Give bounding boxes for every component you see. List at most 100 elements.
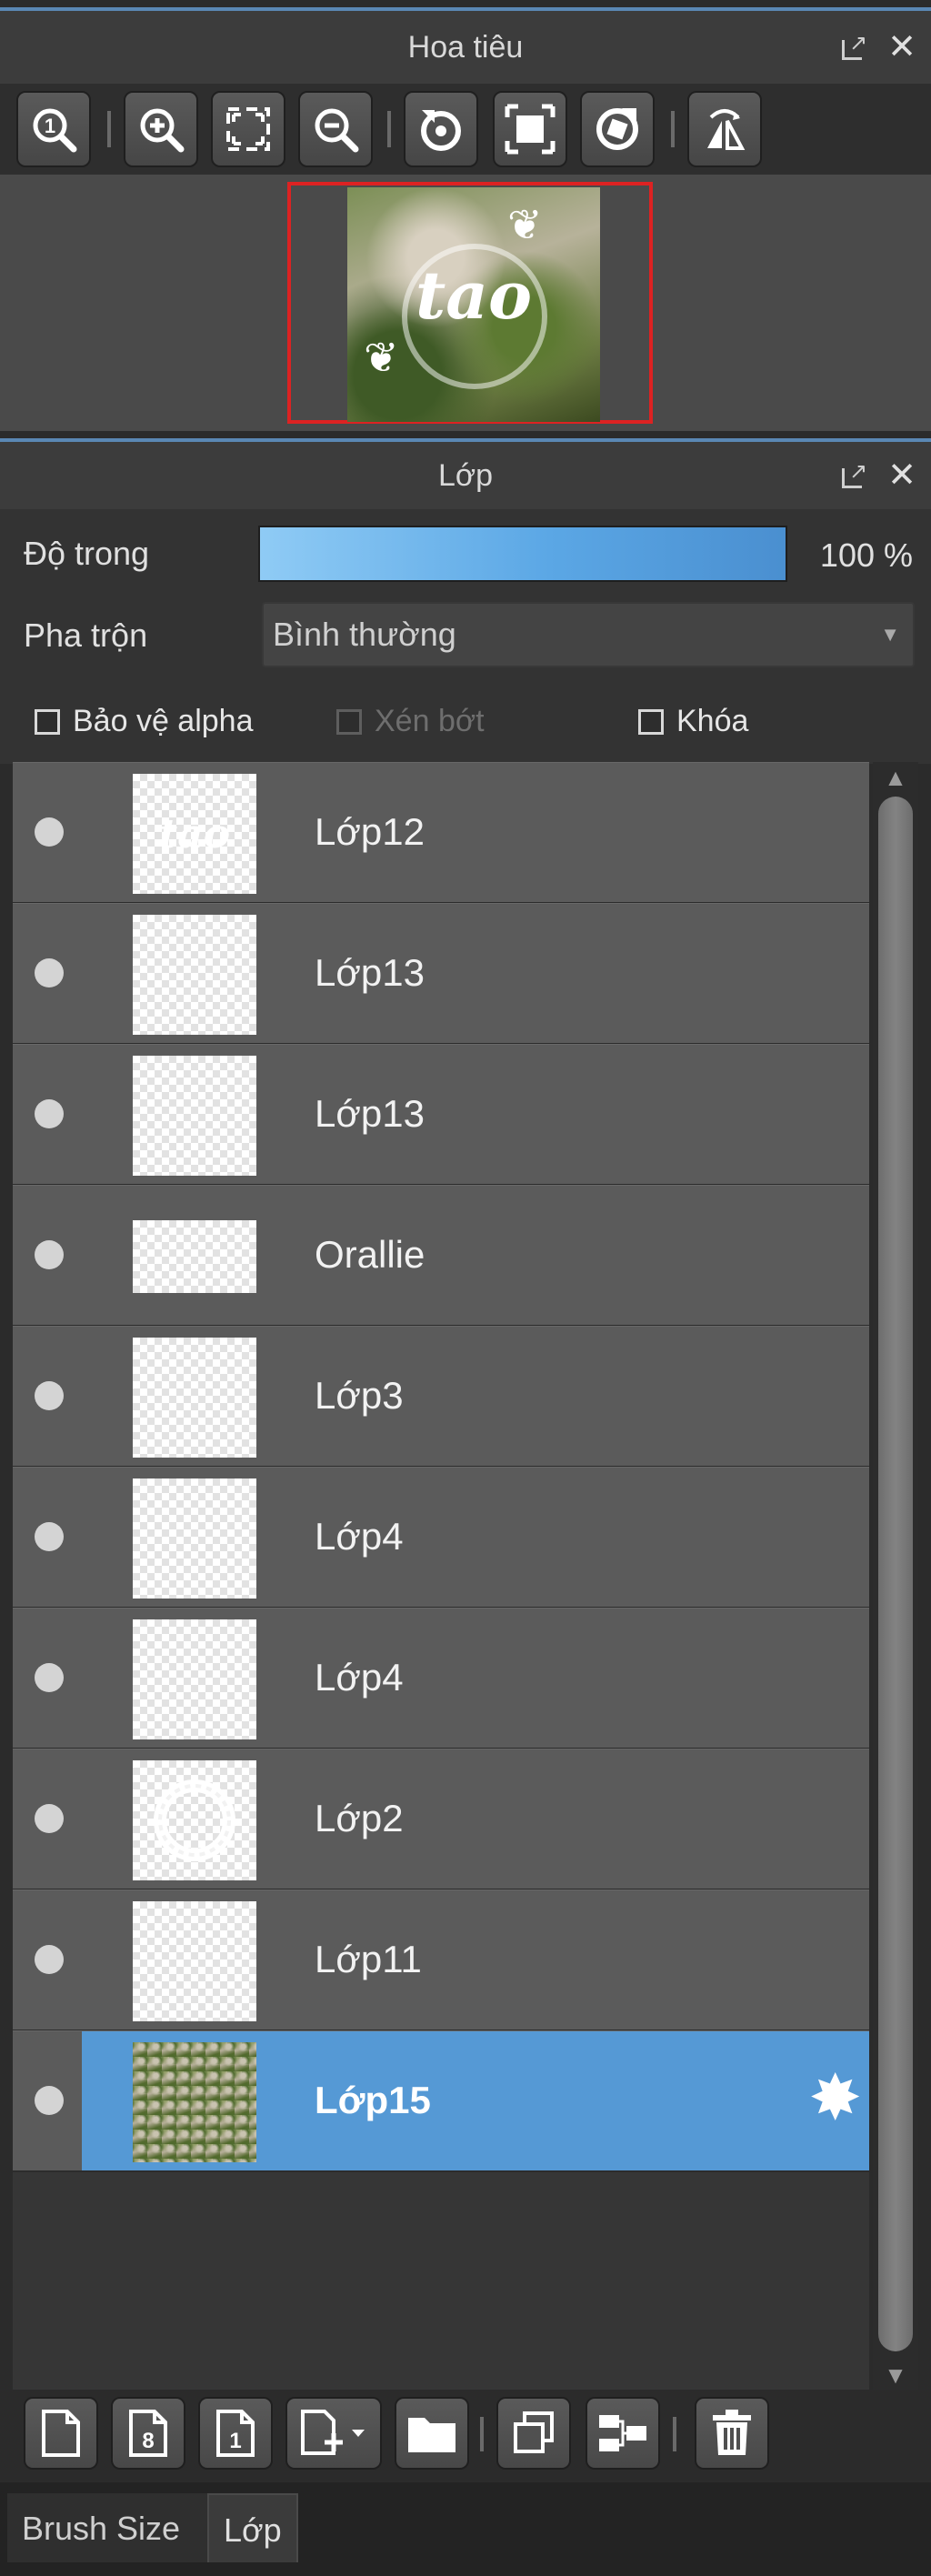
layer-thumbnail: [133, 1619, 256, 1739]
visibility-toggle-icon[interactable]: [35, 1945, 64, 1974]
opacity-label: Độ trong: [24, 535, 150, 572]
new-layer-icon: [42, 2410, 80, 2457]
view-rectangle[interactable]: ❦ ❦ tao: [287, 182, 653, 424]
layer-thumbnail: [133, 1056, 256, 1176]
close-icon[interactable]: ✕: [887, 30, 916, 65]
visibility-toggle-icon[interactable]: [35, 1381, 64, 1410]
svg-text:1: 1: [45, 115, 55, 137]
toolbar-separator: [673, 2417, 676, 2451]
clipping-label: Xén bớt: [375, 704, 485, 738]
layer-thumbnail: [133, 1760, 256, 1880]
layer-panel-title: Lớp: [437, 457, 494, 493]
new-folder-button[interactable]: [395, 2397, 469, 2470]
new-1bit-layer-button[interactable]: 1: [198, 2397, 273, 2470]
layer-name: Lớp3: [315, 1374, 404, 1417]
layer-name: Lớp15: [315, 2079, 431, 2121]
zoom-in-button[interactable]: [124, 91, 198, 167]
scroll-down-icon[interactable]: ▼: [873, 2361, 918, 2390]
close-icon[interactable]: ✕: [887, 458, 916, 493]
visibility-toggle-icon[interactable]: [35, 1099, 64, 1128]
visibility-toggle-icon[interactable]: [35, 1522, 64, 1551]
lock-label: Khóa: [676, 704, 749, 738]
layer-name: Lớp4: [315, 1656, 404, 1699]
visibility-column: [13, 1327, 82, 1466]
layer-thumbnail: [133, 1338, 256, 1458]
layer-row[interactable]: Lớp13: [13, 903, 869, 1045]
visibility-toggle-icon[interactable]: [35, 1804, 64, 1833]
opacity-slider[interactable]: [258, 526, 787, 582]
layer-thumbnail: tao: [133, 774, 256, 894]
rotate-left-button[interactable]: [404, 91, 478, 167]
rotate-right-button[interactable]: [580, 91, 655, 167]
merge-down-icon: [599, 2415, 646, 2451]
zoom-actual-button[interactable]: 1: [16, 91, 91, 167]
visibility-column: [13, 763, 82, 902]
flip-horizontal-button[interactable]: [687, 91, 762, 167]
navigator-toolbar: 1: [0, 84, 931, 175]
layer-row[interactable]: Lớp11: [13, 1889, 869, 2031]
navigator-title-bar: Hoa tiêu ↗ ✕: [0, 7, 931, 84]
visibility-column: [13, 1186, 82, 1325]
merge-down-button[interactable]: [586, 2397, 660, 2470]
protect-alpha-checkbox[interactable]: Bảo vệ alpha: [35, 704, 254, 739]
zoom-out-button[interactable]: [298, 91, 373, 167]
layer-row[interactable]: Lớp4: [13, 1608, 869, 1749]
visibility-column: [13, 1045, 82, 1184]
fit-window-button[interactable]: [211, 91, 285, 167]
layer-thumbnail: [133, 1220, 256, 1293]
layer-title-bar: Lớp ↗ ✕: [0, 438, 931, 509]
layer-row-selected[interactable]: Lớp15 ✸: [13, 2030, 869, 2172]
visibility-toggle-icon[interactable]: [35, 1663, 64, 1692]
new-layer-button[interactable]: [24, 2397, 98, 2470]
opacity-value: 100 %: [819, 536, 913, 574]
toolbar-separator: [671, 111, 675, 147]
layer-row[interactable]: Lớp4: [13, 1467, 869, 1609]
protect-alpha-label: Bảo vệ alpha: [73, 704, 254, 738]
layer-thumbnail: [133, 1901, 256, 2021]
layer-name: Lớp13: [315, 951, 425, 994]
layer-row[interactable]: Lớp2: [13, 1749, 869, 1890]
panel-tabs: Brush Size Lớp: [0, 2482, 931, 2576]
blend-label: Pha trộn: [24, 616, 148, 654]
ring-thumbnail-icon: [154, 1779, 235, 1861]
blend-mode-select[interactable]: Bình thường ▼: [262, 602, 915, 667]
gear-icon[interactable]: ✸: [808, 2066, 862, 2130]
tab-layer[interactable]: Lớp: [207, 2493, 298, 2562]
visibility-toggle-icon[interactable]: [35, 817, 64, 847]
layer-row[interactable]: Orallie: [13, 1185, 869, 1327]
scroll-up-icon[interactable]: ▲: [873, 764, 918, 792]
clipping-checkbox: Xén bớt: [336, 704, 485, 739]
toolbar-separator: [387, 111, 391, 147]
popout-icon[interactable]: ↗: [842, 461, 867, 488]
visibility-toggle-icon[interactable]: [35, 958, 64, 987]
scrollbar-thumb[interactable]: [878, 797, 913, 2351]
delete-layer-button[interactable]: [695, 2397, 769, 2470]
visibility-column: [13, 1468, 82, 1607]
layer-row[interactable]: Lớp13: [13, 1044, 869, 1186]
preview-text: tao: [415, 256, 532, 334]
popout-icon[interactable]: ↗: [842, 33, 867, 60]
tab-brush-size[interactable]: Brush Size: [7, 2493, 207, 2562]
fit-window-icon: [226, 107, 270, 151]
layer-name: Lớp12: [315, 810, 425, 853]
lock-checkbox[interactable]: Khóa: [638, 704, 748, 739]
layer-row[interactable]: Lớp3: [13, 1326, 869, 1468]
layer-list-scrollbar[interactable]: ▲ ▼: [873, 762, 918, 2390]
add-layer-dropdown-button[interactable]: [285, 2397, 382, 2470]
leaf-decoration: ❦: [507, 201, 543, 248]
chevron-down-icon: ▼: [880, 623, 900, 646]
fit-canvas-button[interactable]: [493, 91, 567, 167]
zoom-in-icon: [140, 108, 185, 153]
visibility-toggle-icon[interactable]: [35, 2086, 64, 2115]
layer-name: Lớp13: [315, 1092, 425, 1135]
zoom-actual-icon: 1: [33, 108, 77, 153]
layer-row[interactable]: tao Lớp12: [13, 762, 869, 904]
visibility-column: [13, 2031, 82, 2170]
checkbox-box: [35, 708, 60, 735]
visibility-toggle-icon[interactable]: [35, 1240, 64, 1269]
duplicate-layer-button[interactable]: [496, 2397, 571, 2470]
fit-canvas-icon: [505, 104, 556, 155]
new-8bit-layer-button[interactable]: 8: [111, 2397, 185, 2470]
navigator-preview[interactable]: ❦ ❦ tao: [0, 175, 931, 431]
blend-mode-value: Bình thường: [273, 616, 456, 653]
